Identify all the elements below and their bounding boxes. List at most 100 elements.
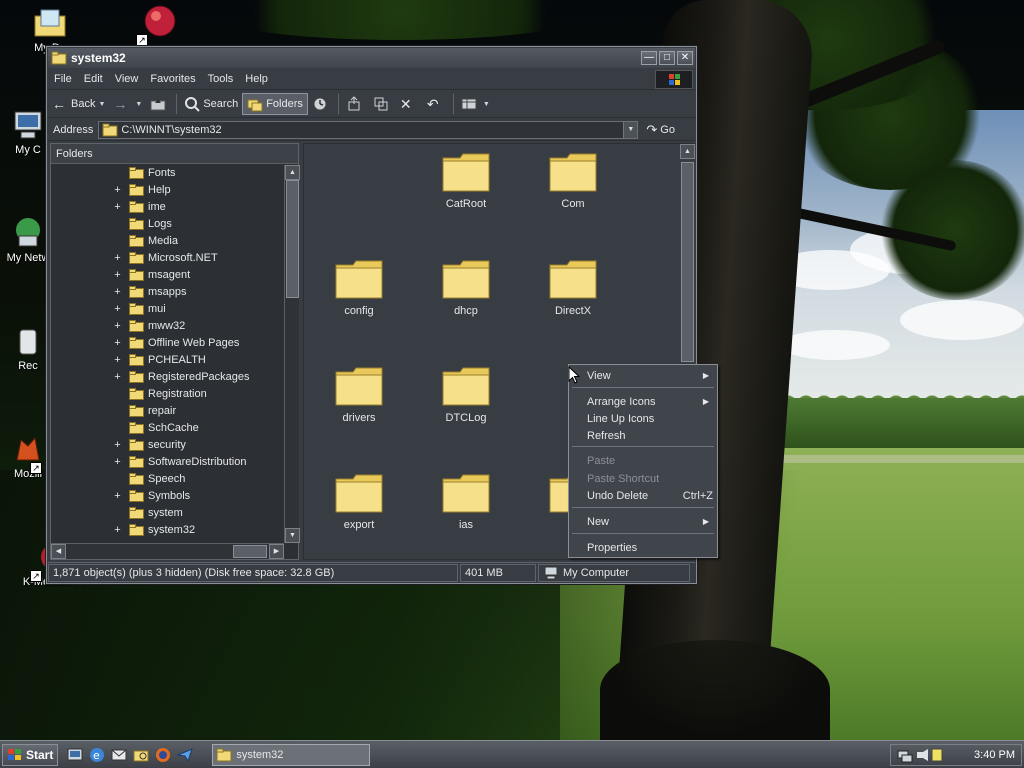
- folder-item[interactable]: drivers: [314, 366, 404, 424]
- folder-item[interactable]: dhcp: [421, 259, 511, 317]
- expand-toggle-icon[interactable]: +: [113, 199, 122, 216]
- maximize-button[interactable]: □: [659, 51, 675, 65]
- search-icon: [185, 97, 201, 112]
- scroll-left-icon[interactable]: ◀: [51, 544, 66, 559]
- menu-file[interactable]: File: [48, 73, 78, 85]
- expand-toggle-icon[interactable]: +: [113, 522, 122, 539]
- outlook-express-icon[interactable]: [110, 746, 128, 764]
- internet-explorer-icon[interactable]: e: [88, 746, 106, 764]
- scroll-up-icon[interactable]: ▲: [680, 144, 695, 159]
- address-input[interactable]: C:\WINNT\system32 ▼: [98, 120, 639, 139]
- tree-item[interactable]: + mww32: [51, 318, 284, 335]
- tree-item[interactable]: + security: [51, 437, 284, 454]
- menu-favorites[interactable]: Favorites: [144, 73, 201, 85]
- folder-item[interactable]: config: [314, 259, 404, 317]
- tree-item[interactable]: + system32: [51, 522, 284, 539]
- menu-help[interactable]: Help: [239, 73, 274, 85]
- forward-button[interactable]: → ▼: [109, 93, 146, 115]
- menu-tools[interactable]: Tools: [202, 73, 240, 85]
- scrollbar-thumb[interactable]: [233, 545, 267, 558]
- tree-item[interactable]: + Help: [51, 182, 284, 199]
- folders-vertical-scrollbar[interactable]: ▲ ▼: [284, 165, 300, 543]
- clock[interactable]: 3:40 PM: [974, 749, 1015, 761]
- folder-item[interactable]: Com: [528, 152, 618, 210]
- menu-edit[interactable]: Edit: [78, 73, 109, 85]
- tree-item[interactable]: + ime: [51, 199, 284, 216]
- copy-to-button[interactable]: [369, 93, 396, 115]
- expand-toggle-icon[interactable]: +: [113, 437, 122, 454]
- context-menu-item[interactable]: Line Up Icons: [571, 411, 715, 427]
- views-button[interactable]: ▼: [457, 93, 494, 115]
- tree-item[interactable]: Logs: [51, 216, 284, 233]
- start-button[interactable]: Start: [2, 743, 59, 766]
- context-menu-item[interactable]: New ▶: [571, 514, 715, 530]
- taskbar-button-system32[interactable]: system32: [212, 743, 371, 766]
- folder-item[interactable]: DirectX: [528, 259, 618, 317]
- scroll-up-icon[interactable]: ▲: [285, 165, 300, 180]
- context-menu-item[interactable]: Undo Delete Ctrl+Z: [571, 488, 715, 504]
- menu-view[interactable]: View: [109, 73, 145, 85]
- tree-item[interactable]: + RegisteredPackages: [51, 369, 284, 386]
- expand-toggle-icon[interactable]: +: [113, 318, 122, 335]
- scrollbar-thumb[interactable]: [286, 180, 299, 298]
- expand-toggle-icon[interactable]: +: [113, 488, 122, 505]
- tree-item[interactable]: Speech: [51, 471, 284, 488]
- tree-item[interactable]: + mui: [51, 301, 284, 318]
- go-button[interactable]: ↷ Go: [646, 122, 675, 138]
- tree-item[interactable]: + SoftwareDistribution: [51, 454, 284, 471]
- title-bar[interactable]: system32 — □ ✕: [48, 48, 695, 68]
- show-desktop-icon[interactable]: [66, 746, 84, 764]
- expand-toggle-icon[interactable]: +: [113, 182, 122, 199]
- expand-toggle-icon[interactable]: +: [113, 284, 122, 301]
- folders-button[interactable]: Folders: [242, 93, 308, 115]
- volume-tray-icon[interactable]: [917, 749, 928, 761]
- desktop-icon-red-app[interactable]: ↗: [124, 4, 196, 46]
- folder-item[interactable]: ias: [421, 473, 511, 531]
- close-button[interactable]: ✕: [677, 51, 693, 65]
- delete-button[interactable]: ✕: [396, 93, 423, 115]
- folder-item[interactable]: CatRoot: [421, 152, 511, 210]
- tree-item[interactable]: + PCHEALTH: [51, 352, 284, 369]
- back-button[interactable]: ← Back ▼: [48, 93, 109, 115]
- scroll-right-icon[interactable]: ▶: [269, 544, 284, 559]
- up-button[interactable]: [146, 93, 173, 115]
- folders-horizontal-scrollbar[interactable]: ◀ ▶: [51, 543, 284, 559]
- context-menu-item[interactable]: Properties: [571, 540, 715, 556]
- tree-item[interactable]: + Microsoft.NET: [51, 250, 284, 267]
- context-menu-item[interactable]: View ▶: [571, 368, 715, 384]
- expand-toggle-icon[interactable]: +: [113, 369, 122, 386]
- scroll-down-icon[interactable]: ▼: [285, 528, 300, 543]
- firefox-icon[interactable]: [154, 746, 172, 764]
- scrollbar-thumb[interactable]: [681, 162, 694, 362]
- expand-toggle-icon[interactable]: +: [113, 454, 122, 471]
- tree-item[interactable]: + Symbols: [51, 488, 284, 505]
- tree-item[interactable]: repair: [51, 403, 284, 420]
- history-button[interactable]: [308, 93, 335, 115]
- tree-item[interactable]: system: [51, 505, 284, 522]
- expand-toggle-icon[interactable]: +: [113, 250, 122, 267]
- security-tray-icon[interactable]: [931, 748, 943, 762]
- context-menu-item[interactable]: Arrange Icons ▶: [571, 394, 715, 410]
- expand-toggle-icon[interactable]: +: [113, 301, 122, 318]
- tree-item[interactable]: + msapps: [51, 284, 284, 301]
- tree-item[interactable]: Media: [51, 233, 284, 250]
- tree-item[interactable]: SchCache: [51, 420, 284, 437]
- tree-item[interactable]: + msagent: [51, 267, 284, 284]
- network-tray-icon[interactable]: [897, 750, 913, 763]
- undo-button[interactable]: ↶: [423, 93, 450, 115]
- folder-item[interactable]: export: [314, 473, 404, 531]
- context-menu-item[interactable]: Refresh: [571, 428, 715, 444]
- explorer-icon[interactable]: [132, 746, 150, 764]
- tree-item[interactable]: + Offline Web Pages: [51, 335, 284, 352]
- folder-item[interactable]: DTCLog: [421, 366, 511, 424]
- search-button[interactable]: Search: [180, 93, 242, 115]
- messenger-icon[interactable]: [176, 746, 194, 764]
- tree-item[interactable]: Registration: [51, 386, 284, 403]
- minimize-button[interactable]: —: [641, 51, 657, 65]
- address-dropdown-icon[interactable]: ▼: [623, 121, 638, 138]
- expand-toggle-icon[interactable]: +: [113, 352, 122, 369]
- expand-toggle-icon[interactable]: +: [113, 335, 122, 352]
- expand-toggle-icon[interactable]: +: [113, 267, 122, 284]
- tree-item[interactable]: Fonts: [51, 165, 284, 182]
- move-to-button[interactable]: [342, 93, 369, 115]
